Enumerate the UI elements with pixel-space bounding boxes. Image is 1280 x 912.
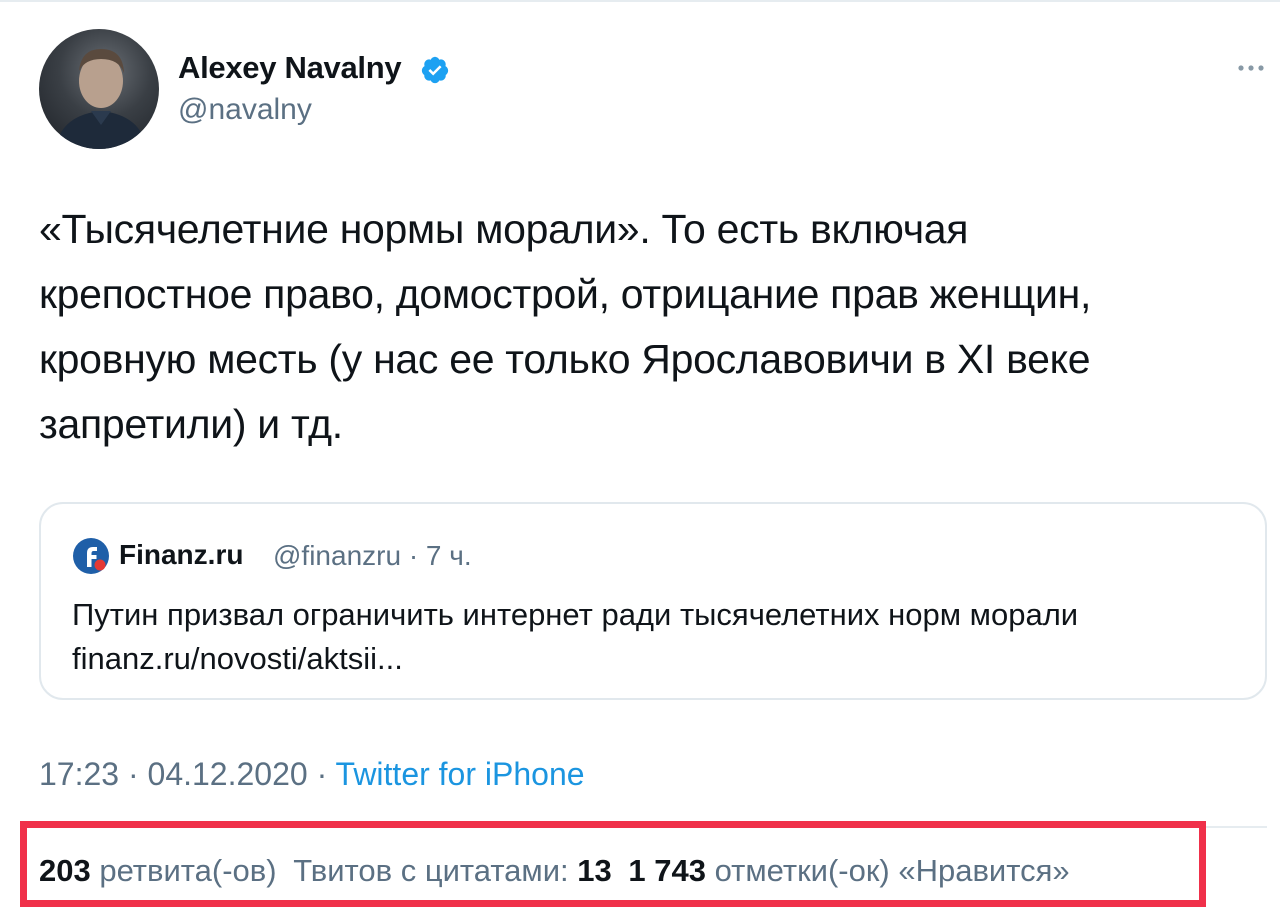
more-options-icon[interactable]: [1236, 60, 1266, 76]
tweet-text-line: «Тысячелетние нормы морали». То есть вкл…: [39, 206, 969, 252]
highlight-box: [20, 821, 1206, 907]
verified-badge-icon: [421, 56, 449, 84]
display-name[interactable]: Alexey Navalny: [178, 50, 402, 86]
tweet-text-line: кровную месть (у нас ее только Ярославов…: [39, 336, 1091, 382]
tweet-text-line: крепостное право, домострой, отрицание п…: [39, 271, 1092, 317]
tweet-page: Alexey Navalny @navalny «Тысячелетние но…: [0, 0, 1280, 912]
source-link[interactable]: Twitter for iPhone: [336, 756, 585, 792]
quoted-author-meta: @finanzru · 7 ч.: [273, 540, 472, 571]
finanz-logo-icon: [73, 538, 109, 574]
quoted-tweet-card[interactable]: Finanz.ru @finanzru · 7 ч. Путин призвал…: [39, 502, 1267, 700]
quoted-link[interactable]: finanz.ru/novosti/aktsii...: [72, 637, 1078, 681]
quoted-text: Путин призвал ограничить интернет ради т…: [72, 593, 1078, 681]
time-date[interactable]: 17:23 · 04.12.2020 ·: [39, 756, 336, 792]
quoted-author-name[interactable]: Finanz.ru: [119, 539, 243, 571]
top-divider: [0, 0, 1280, 2]
author-handle[interactable]: @navalny: [178, 93, 312, 127]
avatar[interactable]: [39, 29, 159, 149]
tweet-text-line: запретили) и тд.: [39, 401, 343, 447]
tweet-text: «Тысячелетние нормы морали». То есть вкл…: [39, 197, 1259, 457]
tweet-timestamp: 17:23 · 04.12.2020 · Twitter for iPhone: [39, 756, 585, 793]
quoted-text-line: Путин призвал ограничить интернет ради т…: [72, 597, 1079, 632]
